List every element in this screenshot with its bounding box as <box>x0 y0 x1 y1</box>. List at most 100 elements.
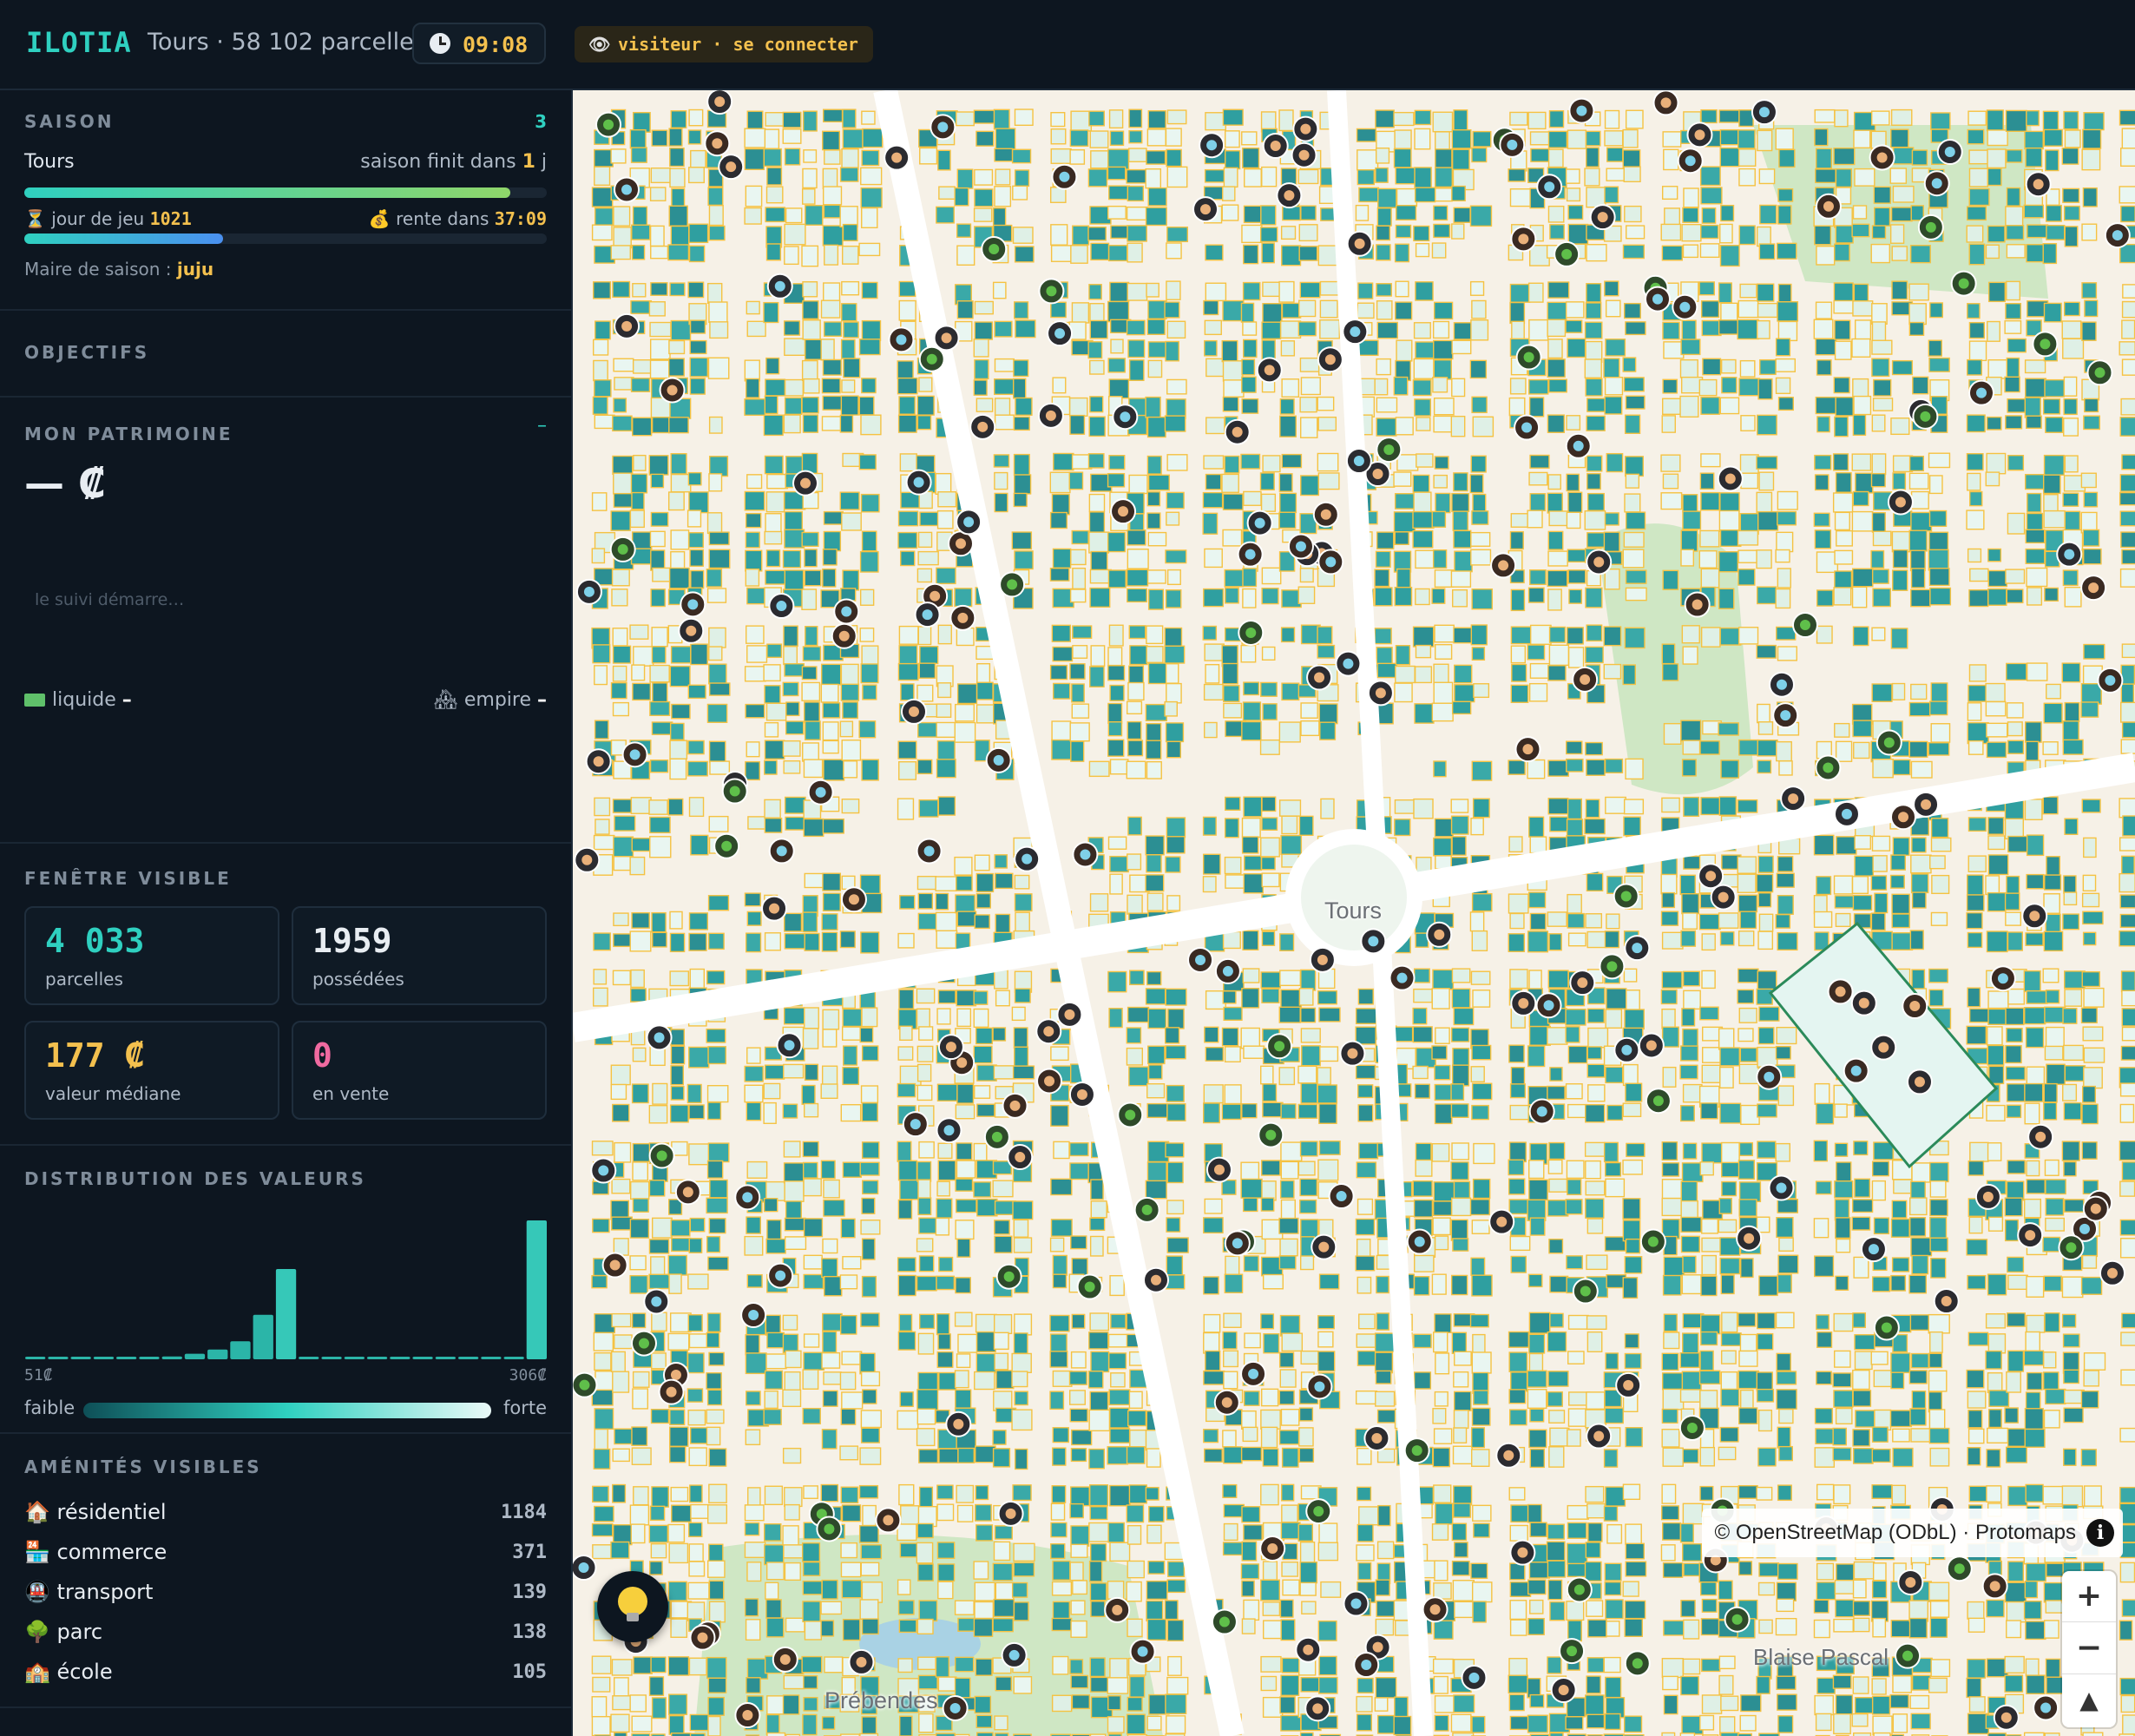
parcel[interactable] <box>897 662 919 681</box>
parcel[interactable] <box>1014 1313 1033 1336</box>
parcel[interactable] <box>2119 1486 2135 1504</box>
parcel[interactable] <box>1910 1352 1929 1369</box>
parcel[interactable] <box>2119 1082 2135 1097</box>
parcel[interactable] <box>650 1656 667 1674</box>
parcel[interactable] <box>1202 512 1219 535</box>
parcel[interactable] <box>1660 1544 1676 1562</box>
parcel[interactable] <box>956 1160 976 1179</box>
parcel[interactable] <box>1987 569 2008 588</box>
parcel[interactable] <box>1816 1581 1836 1601</box>
parcel[interactable] <box>1777 490 1798 510</box>
parcel[interactable] <box>916 1542 934 1564</box>
parcel[interactable] <box>1816 245 1836 266</box>
parcel[interactable] <box>1164 627 1183 648</box>
parcel[interactable] <box>1416 453 1434 468</box>
parcel[interactable] <box>1374 569 1390 588</box>
parcel[interactable] <box>687 1581 710 1600</box>
parcel[interactable] <box>1319 721 1337 740</box>
parcel[interactable] <box>1851 568 1874 588</box>
parcel[interactable] <box>1757 1332 1774 1351</box>
parcel[interactable] <box>1966 510 1985 530</box>
parcel[interactable] <box>1604 1581 1622 1596</box>
parcel[interactable] <box>1565 1009 1586 1026</box>
parcel[interactable] <box>1165 663 1179 684</box>
parcel[interactable] <box>992 281 1007 299</box>
parcel[interactable] <box>1127 588 1147 603</box>
parcel[interactable] <box>1813 1599 1830 1614</box>
parcel[interactable] <box>1431 588 1446 604</box>
parcel[interactable] <box>1663 1620 1685 1636</box>
parcel[interactable] <box>2082 911 2104 925</box>
parcel[interactable] <box>1549 1312 1564 1328</box>
parcel[interactable] <box>1738 549 1758 563</box>
parcel[interactable] <box>1166 1103 1186 1121</box>
parcel[interactable] <box>937 1676 957 1692</box>
parcel[interactable] <box>956 1353 971 1369</box>
parcel[interactable] <box>687 1273 709 1290</box>
parcel[interactable] <box>1625 1523 1642 1545</box>
parcel[interactable] <box>1511 663 1527 682</box>
parcel[interactable] <box>1759 204 1777 225</box>
parcel[interactable] <box>1221 204 1239 221</box>
parcel[interactable] <box>1242 147 1260 169</box>
parcel[interactable] <box>1738 1028 1754 1042</box>
parcel[interactable] <box>591 1715 611 1736</box>
parcel[interactable] <box>1681 1008 1696 1027</box>
parcel[interactable] <box>1356 1544 1375 1562</box>
parcel[interactable] <box>2121 721 2135 739</box>
parcel[interactable] <box>592 396 608 415</box>
parcel[interactable] <box>2006 225 2025 240</box>
parcel[interactable] <box>1701 1598 1718 1613</box>
parcel[interactable] <box>764 455 784 475</box>
parcel[interactable] <box>974 1371 995 1391</box>
parcel[interactable] <box>1240 453 1261 470</box>
parcel[interactable] <box>1911 837 1927 853</box>
parcel[interactable] <box>1815 301 1833 319</box>
parcel[interactable] <box>1567 1504 1589 1520</box>
parcel[interactable] <box>1872 1276 1891 1292</box>
parcel[interactable] <box>708 682 731 696</box>
parcel[interactable] <box>2007 1256 2025 1273</box>
parcel[interactable] <box>1928 1352 1943 1369</box>
parcel[interactable] <box>652 931 667 948</box>
parcel[interactable] <box>1015 319 1036 339</box>
parcel[interactable] <box>1889 1410 1913 1428</box>
parcel[interactable] <box>994 1525 1013 1540</box>
parcel[interactable] <box>1718 588 1735 609</box>
parcel[interactable] <box>1395 224 1412 239</box>
parcel[interactable] <box>1527 282 1544 303</box>
amenity-school[interactable]: 🏫 école 105 <box>24 1656 547 1691</box>
parcel[interactable] <box>1069 663 1086 680</box>
parcel[interactable] <box>1852 1429 1870 1447</box>
parcel[interactable] <box>861 1197 876 1214</box>
parcel[interactable] <box>1222 186 1236 201</box>
parcel[interactable] <box>1986 109 2004 132</box>
parcel[interactable] <box>1549 224 1565 240</box>
parcel[interactable] <box>1166 1676 1189 1695</box>
parcel[interactable] <box>2082 1026 2104 1042</box>
parcel[interactable] <box>1260 1065 1274 1085</box>
parcel[interactable] <box>1758 1619 1773 1634</box>
parcel[interactable] <box>1547 530 1564 550</box>
parcel[interactable] <box>782 549 802 569</box>
parcel[interactable] <box>897 798 915 820</box>
parcel[interactable] <box>1567 569 1586 584</box>
parcel[interactable] <box>2121 855 2135 875</box>
parcel[interactable] <box>954 1600 975 1615</box>
parcel[interactable] <box>1567 893 1582 914</box>
parcel[interactable] <box>1222 360 1244 382</box>
parcel[interactable] <box>1222 108 1244 126</box>
parcel[interactable] <box>611 1312 632 1328</box>
parcel[interactable] <box>1833 1312 1854 1332</box>
parcel[interactable] <box>1221 1179 1237 1195</box>
parcel[interactable] <box>1051 624 1071 642</box>
parcel[interactable] <box>1452 1445 1473 1465</box>
parcel[interactable] <box>650 549 666 571</box>
parcel[interactable] <box>936 703 952 718</box>
parcel[interactable] <box>1051 739 1072 760</box>
parcel[interactable] <box>2004 1581 2027 1603</box>
parcel[interactable] <box>1433 223 1451 239</box>
parcel[interactable] <box>1376 647 1393 665</box>
parcel[interactable] <box>1223 379 1245 398</box>
parcel[interactable] <box>1698 281 1716 296</box>
